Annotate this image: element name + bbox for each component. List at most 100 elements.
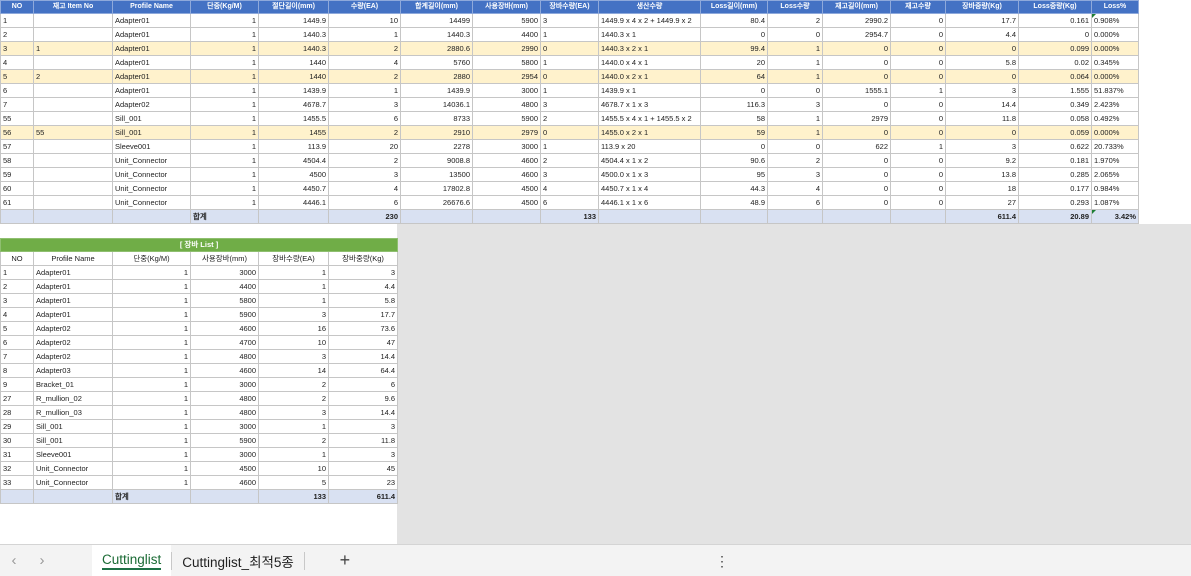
cell-qty[interactable]: 10 — [258, 461, 329, 476]
more-options-icon[interactable]: ⋮ — [715, 551, 729, 571]
cell-unit[interactable]: 1 — [112, 335, 191, 350]
cell-loss[interactable]: 64 — [700, 69, 768, 84]
column-header[interactable]: 장바수량(EA) — [258, 251, 329, 266]
cell-cut[interactable]: 4678.7 — [258, 97, 329, 112]
cell-bar[interactable]: 4800 — [190, 391, 259, 406]
cell-no[interactable]: 32 — [0, 461, 34, 476]
cell-prod[interactable]: 1455.5 x 4 x 1 + 1455.5 x 2 — [598, 111, 701, 126]
total-empty-cell[interactable] — [112, 209, 191, 224]
cell-stockqty[interactable]: 0 — [890, 13, 946, 28]
cell-qty[interactable]: 1 — [258, 279, 329, 294]
column-header[interactable]: 장바중량(Kg) — [327, 251, 399, 266]
cell-item[interactable]: 55 — [33, 125, 113, 140]
cell-profile[interactable]: Adapter01 — [112, 69, 191, 84]
cell-sum[interactable]: 2880 — [400, 69, 473, 84]
cell-qty[interactable]: 10 — [258, 335, 329, 350]
cell-unit[interactable]: 1 — [112, 363, 191, 378]
cell-stock[interactable]: 0 — [822, 97, 891, 112]
total-empty-cell[interactable] — [822, 209, 891, 224]
cell-lossw[interactable]: 0.02 — [1018, 55, 1092, 70]
cell-sum[interactable]: 2278 — [400, 139, 473, 154]
cell-sum[interactable]: 9008.8 — [400, 153, 473, 168]
cell-unit[interactable]: 1 — [190, 27, 259, 42]
cell-cut[interactable]: 4504.4 — [258, 153, 329, 168]
cell-lossw[interactable]: 0.293 — [1018, 195, 1092, 210]
cell-loss[interactable]: 44.3 — [700, 181, 768, 196]
cell-bar[interactable]: 3000 — [472, 139, 541, 154]
cell-barw[interactable]: 0 — [945, 41, 1019, 56]
cell-lossqty[interactable]: 1 — [767, 125, 823, 140]
cell-profile[interactable]: Adapter01 — [112, 55, 191, 70]
cell-pct[interactable]: 0.492% — [1091, 111, 1139, 126]
cell-item[interactable]: 2 — [33, 69, 113, 84]
cell-profile[interactable]: Sill_001 — [33, 419, 113, 434]
total-lossw[interactable]: 20.89 — [1018, 209, 1092, 224]
cell-no[interactable]: 30 — [0, 433, 34, 448]
cell-bar[interactable]: 5800 — [472, 55, 541, 70]
cell-no[interactable]: 3 — [0, 293, 34, 308]
cell-barqty[interactable]: 3 — [540, 97, 599, 112]
cell-barw[interactable]: 13.8 — [945, 167, 1019, 182]
total-empty-cell[interactable] — [0, 209, 34, 224]
cell-unit[interactable]: 1 — [190, 83, 259, 98]
cell-no[interactable]: 1 — [0, 265, 34, 280]
cell-w[interactable]: 3 — [327, 265, 399, 280]
cell-prod[interactable]: 4450.7 x 1 x 4 — [598, 181, 701, 196]
cell-item[interactable] — [33, 13, 113, 28]
cell-no[interactable]: 2 — [0, 27, 34, 42]
cell-lossqty[interactable]: 0 — [767, 83, 823, 98]
cell-profile[interactable]: Adapter01 — [33, 279, 113, 294]
cell-bar[interactable]: 4400 — [472, 27, 541, 42]
cell-lossw[interactable]: 0.285 — [1018, 167, 1092, 182]
cell-w[interactable]: 14.4 — [327, 405, 399, 420]
cell-stockqty[interactable]: 0 — [890, 27, 946, 42]
cell-stock[interactable]: 0 — [822, 181, 891, 196]
cell-lossw[interactable]: 0.177 — [1018, 181, 1092, 196]
total-empty-cell[interactable] — [890, 209, 946, 224]
total-qty[interactable]: 230 — [328, 209, 401, 224]
cell-no[interactable]: 56 — [0, 125, 34, 140]
cell-profile[interactable]: Adapter03 — [33, 363, 113, 378]
cell-w[interactable]: 45 — [327, 461, 399, 476]
cell-w[interactable]: 4.4 — [327, 279, 399, 294]
total-empty-cell[interactable] — [767, 209, 823, 224]
cell-qty[interactable]: 1 — [328, 27, 401, 42]
cell-stock[interactable]: 0 — [822, 167, 891, 182]
cell-profile[interactable]: R_mullion_03 — [33, 405, 113, 420]
cell-profile[interactable]: Adapter01 — [112, 41, 191, 56]
column-header[interactable]: 재고 Item No — [33, 0, 113, 14]
cell-lossw[interactable]: 0 — [1018, 27, 1092, 42]
cell-sum[interactable]: 8733 — [400, 111, 473, 126]
cell-stockqty[interactable]: 0 — [890, 153, 946, 168]
cell-stock[interactable]: 0 — [822, 41, 891, 56]
cell-unit[interactable]: 1 — [190, 97, 259, 112]
cell-qty[interactable]: 20 — [328, 139, 401, 154]
cell-item[interactable] — [33, 111, 113, 126]
cell-pct[interactable]: 0.345% — [1091, 55, 1139, 70]
cell-unit[interactable]: 1 — [190, 153, 259, 168]
cell-stock[interactable]: 0 — [822, 69, 891, 84]
cell-no[interactable]: 6 — [0, 83, 34, 98]
cell-unit[interactable]: 1 — [190, 125, 259, 140]
cell-no[interactable]: 9 — [0, 377, 34, 392]
cell-barqty[interactable]: 4 — [540, 181, 599, 196]
cell-unit[interactable]: 1 — [112, 307, 191, 322]
total-barqty[interactable]: 133 — [540, 209, 599, 224]
cell-w[interactable]: 6 — [327, 377, 399, 392]
cell-unit[interactable]: 1 — [112, 293, 191, 308]
cell-no[interactable]: 5 — [0, 69, 34, 84]
cell-profile[interactable]: Unit_Connector — [33, 461, 113, 476]
cell-qty[interactable]: 14 — [258, 363, 329, 378]
total-label[interactable]: 합계 — [112, 489, 191, 504]
cell-profile[interactable]: Adapter01 — [33, 265, 113, 280]
cell-item[interactable] — [33, 195, 113, 210]
column-header[interactable]: 단중(Kg/M) — [190, 0, 259, 14]
cell-item[interactable] — [33, 153, 113, 168]
cell-qty[interactable]: 1 — [258, 265, 329, 280]
cell-bar[interactable]: 4400 — [190, 279, 259, 294]
cell-no[interactable]: 1 — [0, 13, 34, 28]
cell-barqty[interactable]: 1 — [540, 83, 599, 98]
cell-loss[interactable]: 99.4 — [700, 41, 768, 56]
cell-stockqty[interactable]: 0 — [890, 97, 946, 112]
cell-barw[interactable]: 3 — [945, 139, 1019, 154]
